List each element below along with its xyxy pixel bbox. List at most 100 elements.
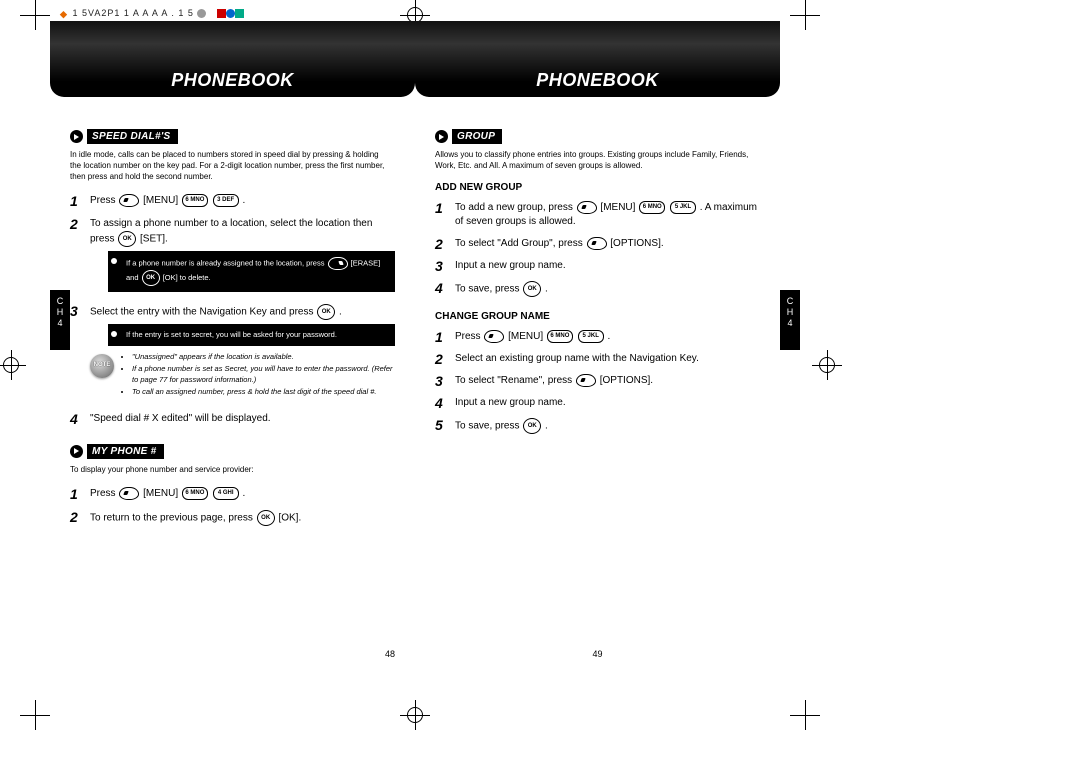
- step-text: To add a new group, press [MENU] 6 MNO 5…: [453, 197, 760, 233]
- step-text: To return to the previous page, press OK…: [88, 506, 395, 530]
- note-box: NOTE "Unassigned" appears if the locatio…: [90, 352, 395, 398]
- ok-key-icon: OK: [317, 304, 335, 320]
- page-header: PHONEBOOK: [50, 21, 415, 97]
- left-softkey-icon: [484, 330, 504, 343]
- key-6-icon: 6 MNO: [182, 487, 208, 500]
- step-text: Select an existing group name with the N…: [453, 348, 760, 370]
- section-my-phone: MY PHONE #: [70, 444, 395, 459]
- step-row: 2 To select "Add Group", press [OPTIONS]…: [435, 233, 760, 255]
- tip-box: If the entry is set to secret, you will …: [108, 324, 395, 346]
- section-bullet-icon: [70, 130, 83, 143]
- section-group: GROUP: [435, 129, 760, 144]
- step-row: 1 To add a new group, press [MENU] 6 MNO…: [435, 197, 760, 233]
- tip-bullet-icon: [111, 258, 117, 264]
- step-text: Press [MENU] 6 MNO 3 DEF .: [88, 190, 395, 212]
- crop-mark: [20, 700, 50, 730]
- tip-box: If a phone number is already assigned to…: [108, 251, 395, 292]
- step-row: 3 To select "Rename", press [OPTIONS].: [435, 370, 760, 392]
- step-number: 5: [435, 414, 453, 438]
- key-4-icon: 4 GHI: [213, 487, 239, 500]
- chapter-tab-right: C H 4: [780, 290, 800, 350]
- step-row: 1 Press [MENU] 6 MNO 4 GHI .: [70, 483, 395, 505]
- key-5-icon: 5 JKL: [670, 201, 696, 214]
- crop-mark: [400, 700, 430, 730]
- step-text: Input a new group name.: [453, 255, 760, 277]
- ok-key-icon: OK: [142, 270, 160, 286]
- section-label: GROUP: [452, 129, 502, 144]
- step-number: 3: [435, 255, 453, 277]
- note-item: If a phone number is set as Secret, you …: [132, 364, 395, 385]
- step-number: 1: [70, 190, 88, 212]
- key-6-icon: 6 MNO: [639, 201, 665, 214]
- step-text: Press [MENU] 6 MNO 5 JKL .: [453, 326, 760, 348]
- subheading-add-group: ADD NEW GROUP: [435, 182, 760, 193]
- step-text: Select the entry with the Navigation Key…: [88, 300, 395, 408]
- left-softkey-icon: [119, 194, 139, 207]
- manual-spread: PHONEBOOK SPEED DIAL#'S In idle mode, ca…: [50, 25, 780, 665]
- ok-key-icon: OK: [118, 231, 136, 247]
- step-row: 4 To save, press OK .: [435, 277, 760, 301]
- section-label: MY PHONE #: [87, 444, 164, 459]
- step-number: 3: [435, 370, 453, 392]
- steps-add-group: 1 To add a new group, press [MENU] 6 MNO…: [435, 197, 760, 301]
- key-5-icon: 5 JKL: [578, 330, 604, 343]
- step-text: Input a new group name.: [453, 392, 760, 414]
- left-softkey-icon: [576, 374, 596, 387]
- left-softkey-icon: [587, 237, 607, 250]
- key-3-icon: 3 DEF: [213, 194, 239, 207]
- step-number: 1: [435, 197, 453, 233]
- ok-key-icon: OK: [523, 418, 541, 434]
- crop-mark: [812, 350, 842, 380]
- step-text: To select "Add Group", press [OPTIONS].: [453, 233, 760, 255]
- page-header: PHONEBOOK: [415, 21, 780, 97]
- crop-mark: [790, 700, 820, 730]
- page-number: 49: [592, 649, 602, 659]
- section-intro: To display your phone number and service…: [70, 465, 395, 476]
- step-row: 2 To assign a phone number to a location…: [70, 213, 395, 300]
- steps-change-group: 1 Press [MENU] 6 MNO 5 JKL . 2 Select an…: [435, 326, 760, 438]
- page-number: 48: [385, 649, 395, 659]
- step-number: 2: [435, 348, 453, 370]
- crop-mark: [0, 350, 26, 380]
- tip-bullet-icon: [111, 331, 117, 337]
- crop-mark: [790, 0, 820, 30]
- step-row: 5 To save, press OK .: [435, 414, 760, 438]
- step-row: 4 Input a new group name.: [435, 392, 760, 414]
- left-softkey-icon: [119, 487, 139, 500]
- square-icon: [217, 9, 226, 18]
- subheading-change-group: CHANGE GROUP NAME: [435, 311, 760, 322]
- note-item: To call an assigned number, press & hold…: [132, 387, 395, 398]
- section-intro: Allows you to classify phone entries int…: [435, 150, 760, 172]
- key-6-icon: 6 MNO: [182, 194, 208, 207]
- step-number: 2: [70, 506, 88, 530]
- page-title: PHONEBOOK: [536, 70, 659, 91]
- step-row: 3 Input a new group name.: [435, 255, 760, 277]
- chapter-tab-text: H: [780, 307, 800, 318]
- step-text: Press [MENU] 6 MNO 4 GHI .: [88, 483, 395, 505]
- step-row: 2 Select an existing group name with the…: [435, 348, 760, 370]
- section-label: SPEED DIAL#'S: [87, 129, 178, 144]
- step-text: To select "Rename", press [OPTIONS].: [453, 370, 760, 392]
- chapter-tab-text: 4: [780, 318, 800, 329]
- section-intro: In idle mode, calls can be placed to num…: [70, 150, 395, 182]
- dot-icon: [197, 9, 206, 18]
- step-number: 1: [435, 326, 453, 348]
- left-softkey-icon: [577, 201, 597, 214]
- step-row: 3 Select the entry with the Navigation K…: [70, 300, 395, 408]
- page-title: PHONEBOOK: [171, 70, 294, 91]
- circle-icon: [226, 9, 235, 18]
- step-number: 3: [70, 300, 88, 408]
- section-bullet-icon: [70, 445, 83, 458]
- print-metadata: ◆ 1 5VA2P1 1 A A A A . 1 5: [60, 8, 244, 18]
- step-row: 2 To return to the previous page, press …: [70, 506, 395, 530]
- steps-speed-dial: 1 Press [MENU] 6 MNO 3 DEF . 2 To assign…: [70, 190, 395, 429]
- step-row: 1 Press [MENU] 6 MNO 5 JKL .: [435, 326, 760, 348]
- step-number: 4: [435, 277, 453, 301]
- key-6-icon: 6 MNO: [547, 330, 573, 343]
- mark-icon: ◆: [60, 9, 69, 18]
- step-text: To assign a phone number to a location, …: [88, 213, 395, 300]
- chapter-tab-text: C: [780, 296, 800, 307]
- ok-key-icon: OK: [257, 510, 275, 526]
- step-number: 4: [70, 408, 88, 430]
- note-item: "Unassigned" appears if the location is …: [132, 352, 395, 363]
